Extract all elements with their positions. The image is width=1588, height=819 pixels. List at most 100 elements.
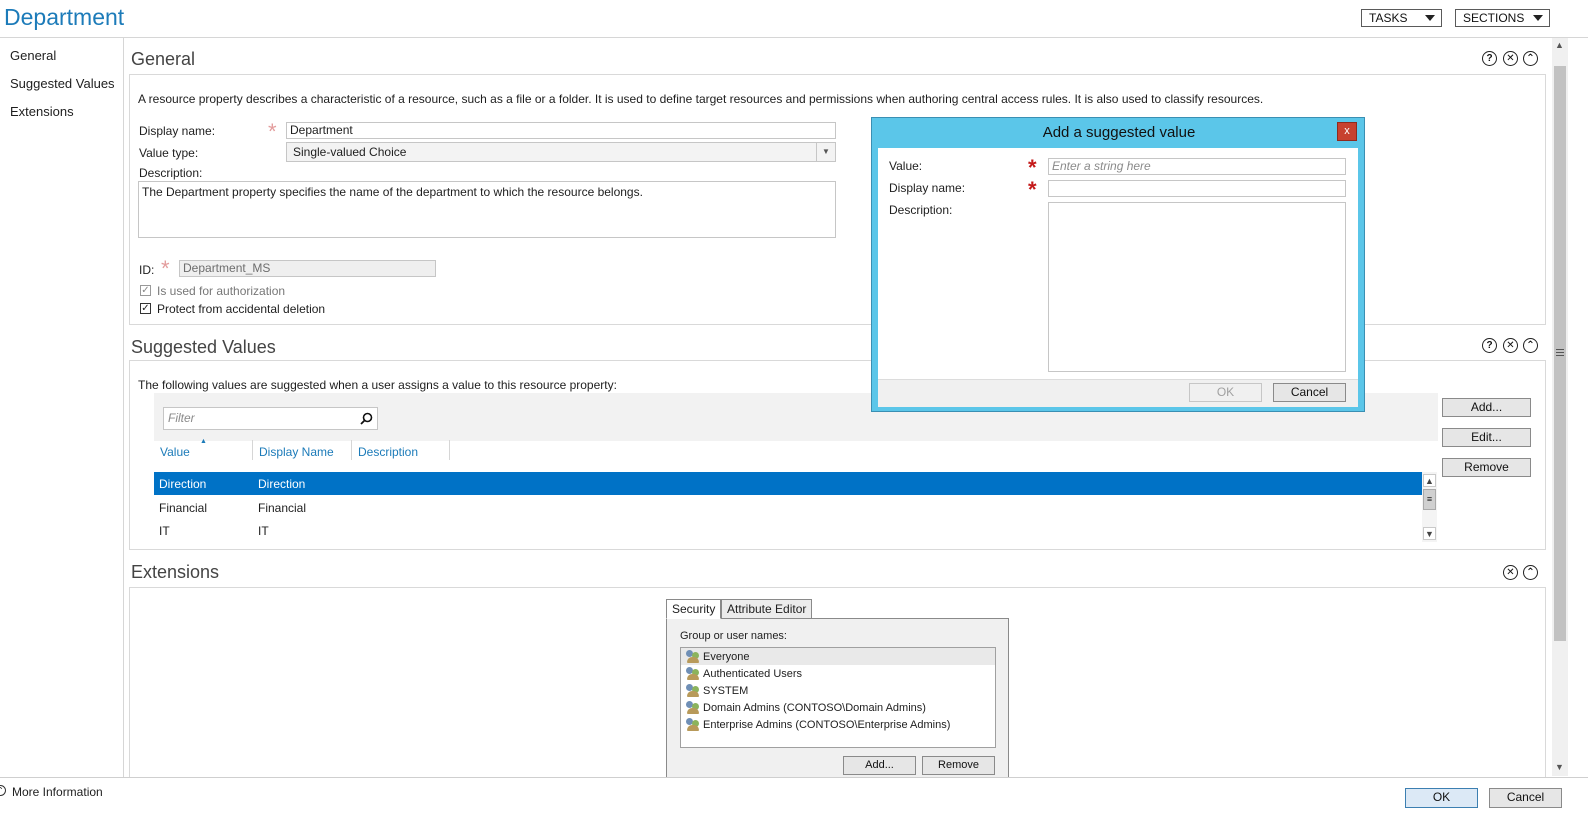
close-section-icon[interactable]: ✕ xyxy=(1503,51,1518,66)
user-name: Domain Admins (CONTOSO\Domain Admins) xyxy=(703,701,926,714)
extensions-section-title: Extensions xyxy=(131,562,220,582)
dialog-value-label: Value: xyxy=(889,159,923,173)
list-item[interactable]: Enterprise Admins (CONTOSO\Enterprise Ad… xyxy=(686,718,950,731)
main-scrollbar[interactable]: ▲ ▼ xyxy=(1552,38,1568,776)
group-user-label: Group or user names: xyxy=(680,630,787,642)
help-icon[interactable]: ? xyxy=(1482,338,1497,353)
close-section-icon[interactable]: ✕ xyxy=(1503,338,1518,353)
table-row[interactable]: Financial Financial xyxy=(154,496,1422,519)
user-name: SYSTEM xyxy=(703,684,749,697)
general-description: A resource property describes a characte… xyxy=(138,92,1264,106)
tasks-label: TASKS xyxy=(1369,11,1408,25)
sort-asc-icon: ▲ xyxy=(200,438,207,445)
user-group-icon xyxy=(686,718,700,731)
remove-value-button[interactable]: Remove xyxy=(1442,458,1531,477)
user-group-icon xyxy=(686,684,700,697)
close-icon[interactable]: x xyxy=(1337,122,1357,141)
value-type-select[interactable]: Single-valued Choice ▼ xyxy=(286,142,836,162)
dialog-description-textarea[interactable] xyxy=(1048,202,1346,372)
list-item[interactable]: Authenticated Users xyxy=(686,667,802,680)
user-group-icon xyxy=(686,667,700,680)
value-type-label: Value type: xyxy=(139,146,199,160)
user-name: Enterprise Admins (CONTOSO\Enterprise Ad… xyxy=(703,718,951,731)
scrollbar-thumb[interactable]: ≡ xyxy=(1423,489,1436,510)
column-header-value[interactable]: Value xyxy=(160,445,190,459)
chevron-down-icon xyxy=(1533,15,1543,21)
dialog-value-input[interactable]: Enter a string here xyxy=(1048,158,1346,175)
dialog-description-label: Description: xyxy=(889,203,953,217)
scroll-up-icon[interactable]: ▲ xyxy=(1555,40,1564,50)
add-user-button[interactable]: Add... xyxy=(843,756,916,775)
scroll-up-icon[interactable]: ▲ xyxy=(1423,474,1436,487)
cell-value: IT xyxy=(159,524,170,538)
edit-value-button[interactable]: Edit... xyxy=(1442,428,1531,447)
column-header-display-name[interactable]: Display Name xyxy=(259,445,334,459)
cell-display-name: IT xyxy=(258,524,269,538)
dialog-cancel-button[interactable]: Cancel xyxy=(1273,383,1346,402)
more-information-link[interactable]: More Information xyxy=(12,785,103,799)
cell-value: Financial xyxy=(159,501,208,515)
tab-attribute-editor[interactable]: Attribute Editor xyxy=(721,599,813,619)
cancel-button[interactable]: Cancel xyxy=(1489,788,1562,808)
list-item[interactable]: Domain Admins (CONTOSO\Domain Admins) xyxy=(686,701,926,714)
close-section-icon[interactable]: ✕ xyxy=(1503,565,1518,580)
sidebar-divider xyxy=(123,37,124,777)
display-name-field[interactable]: Department xyxy=(286,122,836,139)
required-icon: * xyxy=(268,119,277,144)
sidebar-item-suggested-values[interactable]: Suggested Values xyxy=(10,76,115,91)
footer-divider xyxy=(0,777,1588,778)
ok-button[interactable]: OK xyxy=(1405,788,1478,808)
user-name: Authenticated Users xyxy=(703,667,803,680)
tasks-dropdown[interactable]: TASKS xyxy=(1361,9,1442,27)
chevron-up-icon[interactable]: ⌃ xyxy=(0,785,6,796)
description-label: Description: xyxy=(139,166,203,180)
table-row[interactable]: IT IT xyxy=(154,519,1422,542)
tab-security[interactable]: Security xyxy=(666,599,722,619)
page-title: Department xyxy=(4,4,125,30)
dialog-display-name-input[interactable] xyxy=(1048,180,1346,197)
cell-display-name: Financial xyxy=(258,501,307,515)
table-scrollbar[interactable]: ▲ ≡ ▼ xyxy=(1422,472,1437,542)
remove-user-button[interactable]: Remove xyxy=(922,756,995,775)
cell-value: Direction xyxy=(159,477,207,491)
chevron-down-icon[interactable]: ▼ xyxy=(816,143,835,161)
add-value-button[interactable]: Add... xyxy=(1442,398,1531,417)
sidebar-item-extensions[interactable]: Extensions xyxy=(10,104,74,119)
suggested-intro: The following values are suggested when … xyxy=(138,378,617,392)
description-textarea[interactable]: The Department property specifies the na… xyxy=(138,181,836,238)
scroll-down-icon[interactable]: ▼ xyxy=(1423,527,1436,540)
authorization-checkbox: ✓ xyxy=(140,285,151,296)
protect-checkbox[interactable]: ✓ xyxy=(140,303,151,314)
dialog-ok-button[interactable]: OK xyxy=(1189,383,1262,402)
authorization-label: Is used for authorization xyxy=(157,284,286,298)
display-name-label: Display name: xyxy=(139,124,216,138)
sections-label: SECTIONS xyxy=(1463,11,1525,25)
help-icon[interactable]: ? xyxy=(1482,51,1497,66)
protect-label: Protect from accidental deletion xyxy=(157,302,326,316)
dialog-title: Add a suggested value xyxy=(1042,124,1196,141)
sections-dropdown[interactable]: SECTIONS xyxy=(1455,9,1550,27)
filter-input[interactable]: Filter xyxy=(163,407,378,430)
scrollbar-thumb[interactable] xyxy=(1554,66,1566,641)
id-field: Department_MS xyxy=(179,260,436,277)
value-type-value: Single-valued Choice xyxy=(293,145,407,159)
dialog-value-placeholder: Enter a string here xyxy=(1052,159,1151,173)
add-suggested-value-dialog: Add a suggested value x Value: * Enter a… xyxy=(871,117,1365,412)
column-header-description[interactable]: Description xyxy=(358,445,418,459)
collapse-icon[interactable]: ⌃ xyxy=(1523,338,1538,353)
sidebar-item-general[interactable]: General xyxy=(10,48,56,63)
collapse-icon[interactable]: ⌃ xyxy=(1523,565,1538,580)
list-item[interactable]: SYSTEM xyxy=(686,684,748,697)
collapse-icon[interactable]: ⌃ xyxy=(1523,51,1538,66)
filter-placeholder: Filter xyxy=(168,411,195,425)
required-icon: * xyxy=(1028,177,1037,202)
user-name: Everyone xyxy=(703,650,750,663)
search-icon[interactable] xyxy=(360,412,373,425)
user-group-icon xyxy=(686,701,700,714)
table-row[interactable]: Direction Direction xyxy=(154,472,1422,495)
id-label: ID: xyxy=(139,263,155,277)
scroll-down-icon[interactable]: ▼ xyxy=(1555,762,1564,772)
chevron-down-icon xyxy=(1425,15,1435,21)
list-item[interactable]: Everyone xyxy=(686,650,749,663)
header-divider xyxy=(0,37,1588,38)
